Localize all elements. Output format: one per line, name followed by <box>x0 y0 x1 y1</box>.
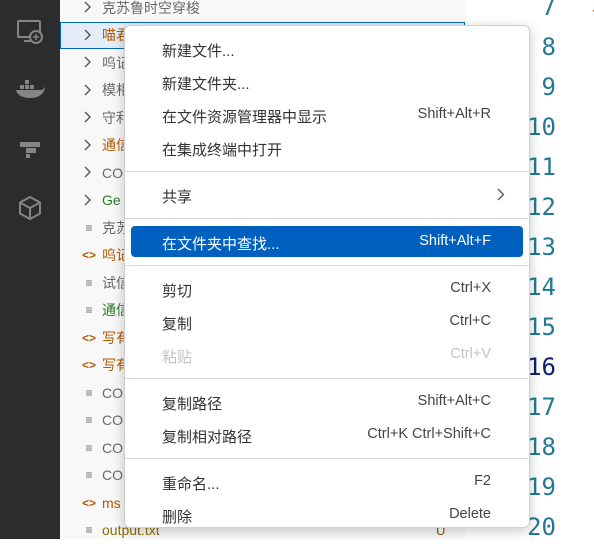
menu-item-label: 删除 <box>162 509 193 526</box>
menu-item-shortcut: Delete <box>449 506 491 522</box>
menu-separator <box>125 265 529 266</box>
tree-item-label: 克苏鲁时空穿梭 <box>102 0 200 16</box>
tree-item-label: CO <box>102 384 123 401</box>
chevron-right-icon <box>497 188 505 201</box>
chevron-right-icon[interactable] <box>84 29 92 41</box>
menu-item[interactable]: 复制相对路径 Ctrl+K Ctrl+Shift+C <box>131 419 523 450</box>
menu-item[interactable]: 新建文件夹... <box>131 66 523 97</box>
code-file-icon: <> <box>81 358 96 372</box>
menu-item-label: 粘贴 <box>162 349 193 366</box>
remote-explorer-icon[interactable] <box>12 14 48 50</box>
package-icon[interactable] <box>12 190 48 226</box>
menu-item-shortcut: F2 <box>474 473 491 489</box>
menu-item-shortcut: Ctrl+C <box>449 313 492 329</box>
menu-item-label: 重命名... <box>162 476 220 493</box>
tree-item-label: ms <box>102 494 121 511</box>
menu-item-shortcut: Shift+Alt+C <box>417 393 491 409</box>
line-number: 7 <box>541 0 556 21</box>
tree-item-label: CO <box>102 467 123 483</box>
menu-separator <box>125 378 529 379</box>
code-file-icon: <> <box>81 330 96 345</box>
text-file-icon: ≡ <box>85 275 93 290</box>
text-file-icon: ≡ <box>85 468 93 482</box>
menu-item-label: 在文件夹中查找... <box>162 236 280 253</box>
chevron-right-icon[interactable] <box>84 1 92 13</box>
menu-item-shortcut: Shift+Alt+R <box>417 106 491 122</box>
text-file-icon: ≡ <box>85 385 93 400</box>
tree-item-label: CO <box>102 164 123 181</box>
tree-folder-row[interactable]: 克苏鲁时空穿梭 <box>60 0 465 21</box>
menu-item[interactable]: 重命名... F2 <box>131 466 523 497</box>
chevron-right-icon[interactable] <box>84 56 92 68</box>
menu-item-label: 在集成终端中打开 <box>162 142 283 159</box>
folding-marker: ‹ <box>590 0 594 21</box>
menu-item[interactable]: 删除 Delete <box>131 499 523 530</box>
azure-icon[interactable] <box>12 130 48 166</box>
menu-item-label: 剪切 <box>162 283 193 300</box>
menu-item-label: 共享 <box>162 189 193 206</box>
text-file-icon: ≡ <box>85 413 93 427</box>
text-file-icon: ≡ <box>85 303 93 317</box>
text-file-icon: ≡ <box>85 523 93 537</box>
menu-item-label: 复制 <box>162 316 193 333</box>
menu-item-label: 新建文件夹... <box>162 76 250 93</box>
chevron-right-icon[interactable] <box>84 194 92 206</box>
activity-bar <box>0 0 60 539</box>
menu-item[interactable]: 在文件夹中查找... Shift+Alt+F <box>131 226 523 257</box>
menu-item-shortcut: Ctrl+K Ctrl+Shift+C <box>367 426 491 442</box>
text-file-icon: ≡ <box>85 440 93 455</box>
code-file-icon: <> <box>81 495 96 510</box>
menu-item[interactable]: 共享 <box>131 179 523 210</box>
tree-item-label: Ge <box>102 192 121 208</box>
menu-item[interactable]: 在文件资源管理器中显示 Shift+Alt+R <box>131 99 523 130</box>
menu-item[interactable]: 新建文件... <box>131 33 523 64</box>
tree-item-label: CO <box>102 412 123 428</box>
code-file-icon: <> <box>81 248 96 262</box>
menu-item[interactable]: 剪切 Ctrl+X <box>131 273 523 304</box>
menu-item-label: 复制相对路径 <box>162 429 253 446</box>
docker-icon[interactable] <box>12 72 48 108</box>
menu-item[interactable]: 复制 Ctrl+C <box>131 306 523 337</box>
menu-item-shortcut: Shift+Alt+F <box>419 233 491 249</box>
text-file-icon: ≡ <box>85 220 93 235</box>
menu-item-label: 新建文件... <box>162 43 235 60</box>
tree-item-label: CO <box>102 439 123 456</box>
menu-item[interactable]: 在集成终端中打开 <box>131 132 523 163</box>
menu-item-shortcut: Ctrl+V <box>450 346 491 362</box>
menu-separator <box>125 458 529 459</box>
chevron-right-icon[interactable] <box>84 166 92 178</box>
menu-item[interactable]: 复制路径 Shift+Alt+C <box>131 386 523 417</box>
chevron-right-icon[interactable] <box>84 84 92 96</box>
menu-item: 粘贴 Ctrl+V <box>131 339 523 370</box>
menu-separator <box>125 218 529 219</box>
menu-item-label: 复制路径 <box>162 396 223 413</box>
menu-item-shortcut: Ctrl+X <box>450 280 491 296</box>
menu-separator <box>125 171 529 172</box>
chevron-right-icon[interactable] <box>84 139 92 151</box>
chevron-right-icon[interactable] <box>84 111 92 123</box>
menu-item-label: 在文件资源管理器中显示 <box>162 109 328 126</box>
context-menu: 新建文件... 新建文件夹... 在文件资源管理器中显示 Shift+Alt+R 在集成… <box>124 25 530 528</box>
